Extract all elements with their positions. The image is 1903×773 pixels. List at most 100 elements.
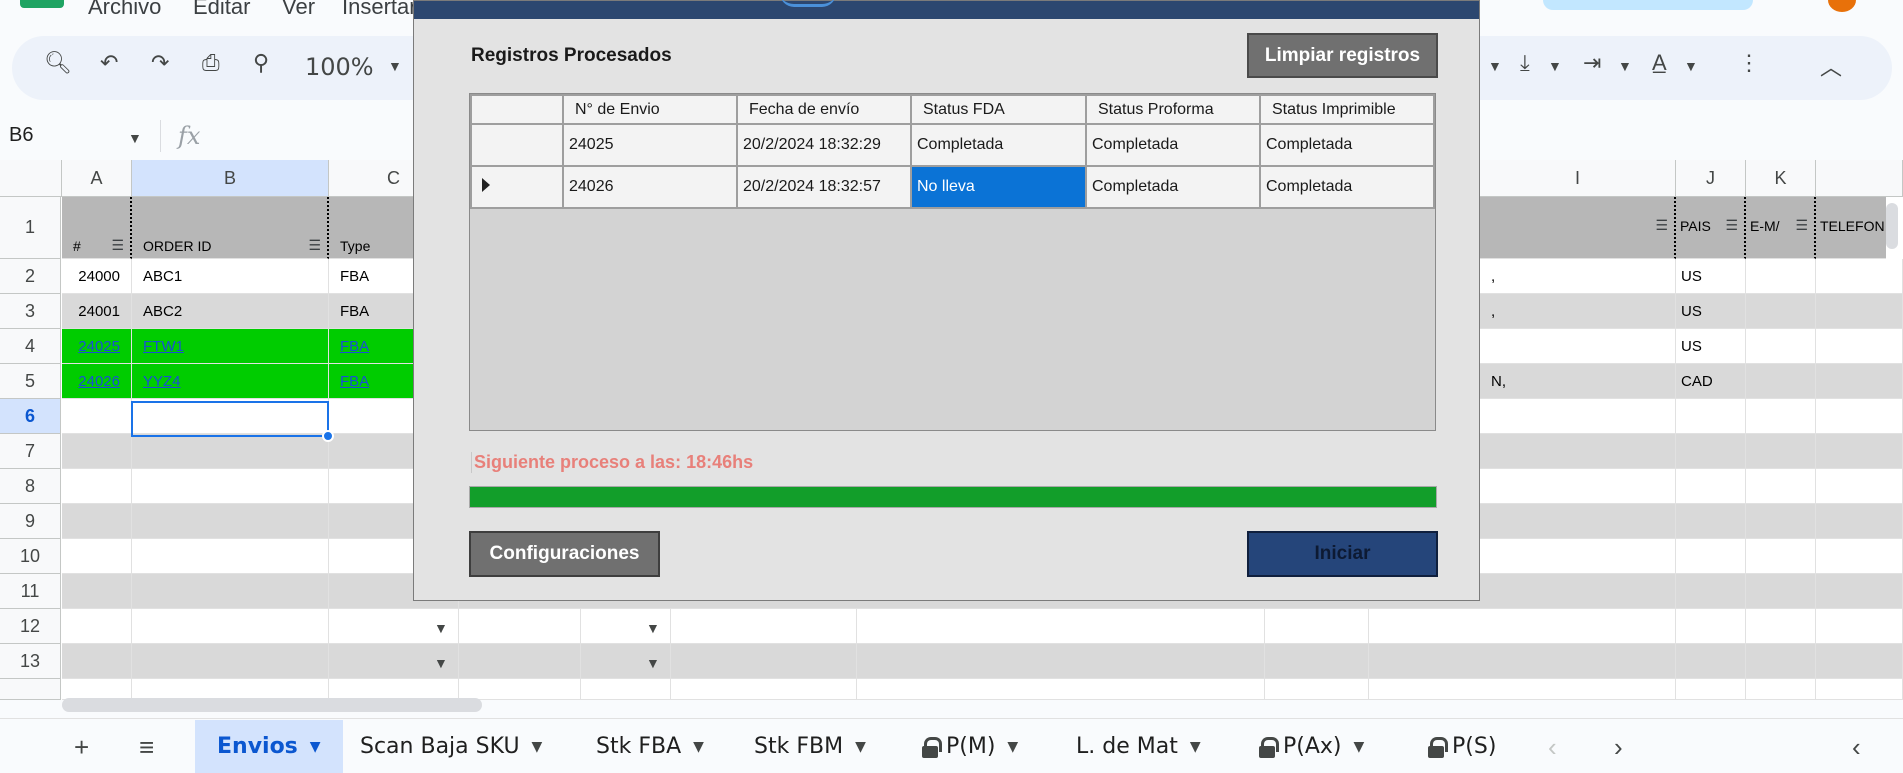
undo-icon[interactable]: ↶ — [100, 50, 118, 76]
clear-records-button[interactable]: Limpiar registros — [1247, 33, 1438, 78]
cell-a2[interactable]: 24000 — [62, 259, 132, 294]
text-wrap-icon[interactable]: ⇥ — [1583, 50, 1601, 76]
cell-k5[interactable] — [1746, 364, 1816, 399]
cell-a5[interactable]: 24026 — [62, 364, 132, 399]
cell-l6[interactable] — [1816, 399, 1903, 434]
row-header-9[interactable]: 9 — [0, 504, 61, 539]
tab-p-s[interactable]: P(S) — [1428, 720, 1496, 773]
menu-ver[interactable]: Ver — [282, 0, 315, 20]
name-box[interactable]: B6 — [9, 124, 33, 147]
cell-l4[interactable] — [1816, 329, 1903, 364]
cell-i2[interactable]: , — [1480, 259, 1676, 294]
cell-k3[interactable] — [1746, 294, 1816, 329]
table-cell[interactable]: Completada — [1085, 165, 1261, 209]
column-header-a[interactable]: A — [62, 160, 132, 197]
vertical-align-icon[interactable]: ⤓ — [1520, 50, 1530, 76]
row-header-1[interactable]: 1 — [0, 197, 61, 259]
table-cell[interactable]: Completada — [910, 123, 1087, 167]
chevron-down-icon[interactable]: ▼ — [1684, 58, 1698, 74]
tab-p-m[interactable]: P(M) ▼ — [922, 720, 1018, 773]
cell-b4[interactable]: FTW1 — [132, 329, 329, 364]
column-header-j[interactable]: J — [1676, 160, 1746, 197]
empty-row-14[interactable] — [62, 679, 1903, 700]
row-header-10[interactable]: 10 — [0, 539, 61, 574]
column-header-i[interactable]: I — [1480, 160, 1676, 197]
cell-j6[interactable] — [1676, 399, 1746, 434]
row-header-5[interactable]: 5 — [0, 364, 61, 399]
cell-j3[interactable]: US — [1676, 294, 1746, 329]
add-sheet-icon[interactable]: + — [74, 732, 89, 763]
all-sheets-menu-icon[interactable]: ≡ — [139, 732, 154, 763]
cell-l5[interactable] — [1816, 364, 1903, 399]
cell-l2[interactable] — [1816, 259, 1903, 294]
table-cell[interactable]: Completada — [1259, 123, 1435, 167]
settings-button[interactable]: Configuraciones — [469, 531, 660, 577]
cell-a3[interactable]: 24001 — [62, 294, 132, 329]
header-cell-a1[interactable]: # ☰ — [62, 197, 132, 259]
table-cell-selected[interactable]: No lleva — [910, 165, 1087, 209]
dropdown-chevron-icon[interactable]: ▼ — [646, 620, 660, 636]
fill-handle[interactable] — [322, 430, 334, 442]
menu-insertar[interactable]: Insertar — [342, 0, 417, 20]
filter-icon[interactable]: ☰ — [111, 237, 124, 254]
chevron-down-icon[interactable]: ▼ — [1007, 739, 1018, 755]
column-header-b[interactable]: B — [132, 160, 329, 197]
header-cell-i1[interactable]: ☰ — [1480, 197, 1676, 259]
tab-l-de-mat[interactable]: L. de Mat ▼ — [1076, 720, 1201, 773]
tab-stk-fbm[interactable]: Stk FBM ▼ — [754, 720, 866, 773]
table-cell[interactable]: 24025 — [562, 123, 738, 167]
cell-l3[interactable] — [1816, 294, 1903, 329]
chevron-down-icon[interactable]: ▼ — [1548, 58, 1562, 74]
row-header-3[interactable]: 3 — [0, 294, 61, 329]
filter-icon[interactable]: ☰ — [1725, 217, 1738, 234]
chevron-down-icon[interactable]: ▼ — [693, 739, 704, 755]
row-header-6[interactable]: 6 — [0, 399, 61, 434]
column-header-l[interactable] — [1816, 160, 1903, 197]
sheets-logo-icon[interactable] — [20, 0, 64, 8]
menu-archivo[interactable]: Archivo — [88, 0, 161, 20]
scroll-tabs-right-icon[interactable]: › — [1614, 732, 1623, 763]
chevron-down-icon[interactable]: ▼ — [1190, 739, 1201, 755]
cell-i3[interactable]: , — [1480, 294, 1676, 329]
filter-icon[interactable]: ☰ — [1655, 217, 1668, 234]
name-box-chevron-down-icon[interactable]: ▼ — [128, 130, 142, 146]
cell-j2[interactable]: US — [1676, 259, 1746, 294]
table-row[interactable]: 24025 20/2/2024 18:32:29 Completada Comp… — [470, 123, 1435, 167]
chevron-down-icon[interactable]: ▼ — [855, 739, 866, 755]
print-icon[interactable]: ⎙ — [202, 50, 220, 76]
tab-scan-baja-sku[interactable]: Scan Baja SKU ▼ — [360, 720, 542, 773]
zoom-select[interactable]: 100% — [305, 53, 374, 81]
tab-envios[interactable]: Envios ▼ — [195, 720, 343, 773]
horizontal-scrollbar[interactable] — [62, 698, 482, 712]
dropdown-chevron-icon[interactable]: ▼ — [646, 655, 660, 671]
header-cell-b1[interactable]: ORDER ID ☰ — [132, 197, 329, 259]
header-cell-j1[interactable]: PAIS ☰ — [1676, 197, 1746, 259]
table-cell[interactable]: 20/2/2024 18:32:29 — [736, 123, 912, 167]
column-header[interactable]: N° de Envio — [562, 94, 738, 125]
tab-p-ax[interactable]: P(Ax) ▼ — [1259, 720, 1364, 773]
row-indicator[interactable] — [470, 165, 564, 209]
empty-row-12[interactable] — [62, 609, 1903, 644]
cell-i6[interactable] — [1480, 399, 1676, 434]
table-cell[interactable]: 20/2/2024 18:32:57 — [736, 165, 912, 209]
cell-i4[interactable] — [1480, 329, 1676, 364]
row-header-7[interactable]: 7 — [0, 434, 61, 469]
avatar[interactable] — [1828, 0, 1856, 12]
chevron-down-icon[interactable]: ▼ — [1618, 58, 1632, 74]
share-button[interactable] — [1543, 0, 1753, 10]
row-header-12[interactable]: 12 — [0, 609, 61, 644]
filter-icon[interactable]: ☰ — [308, 237, 321, 254]
side-panel-toggle-icon[interactable]: ‹ — [1852, 732, 1861, 763]
dropdown-chevron-icon[interactable]: ▼ — [434, 655, 448, 671]
cell-j4[interactable]: US — [1676, 329, 1746, 364]
vertical-scrollbar[interactable] — [1886, 203, 1898, 249]
cell-k6[interactable] — [1746, 399, 1816, 434]
start-button[interactable]: Iniciar — [1247, 531, 1438, 577]
cell-k2[interactable] — [1746, 259, 1816, 294]
paint-format-icon[interactable]: ⚲ — [253, 50, 269, 76]
chevron-down-icon[interactable]: ▼ — [532, 739, 543, 755]
column-header-k[interactable]: K — [1746, 160, 1816, 197]
table-row[interactable]: 24026 20/2/2024 18:32:57 No lleva Comple… — [470, 165, 1435, 209]
table-cell[interactable]: Completada — [1259, 165, 1435, 209]
cell-i5[interactable]: N, — [1480, 364, 1676, 399]
